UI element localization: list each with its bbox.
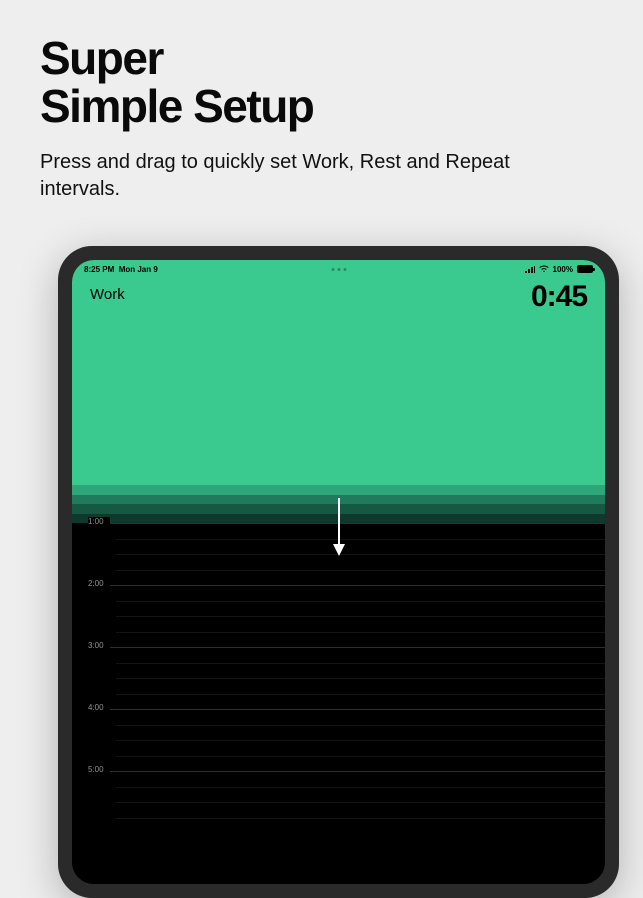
status-time: 8:25 PM xyxy=(84,265,114,274)
timeline-label: 1:00 xyxy=(88,517,110,526)
device-frame: 8:25 PM Mon Jan 9 100% Work 0:45 1:002:0… xyxy=(58,246,619,898)
device-screen: 8:25 PM Mon Jan 9 100% Work 0:45 1:002:0… xyxy=(72,260,605,884)
battery-pct: 100% xyxy=(553,265,573,274)
title-line-1: Super xyxy=(40,32,163,84)
drag-gradient xyxy=(72,485,605,523)
title-line-2: Simple Setup xyxy=(40,80,313,132)
work-time: 0:45 xyxy=(531,282,587,312)
work-interval-area[interactable]: Work 0:45 xyxy=(72,260,605,485)
wifi-icon xyxy=(539,265,549,273)
page-subtitle: Press and drag to quickly set Work, Rest… xyxy=(40,149,520,203)
page-title: Super Simple Setup xyxy=(40,34,603,131)
status-time-date: 8:25 PM Mon Jan 9 xyxy=(84,265,158,274)
timeline[interactable]: 1:002:003:004:005:00 xyxy=(72,523,605,884)
timeline-minute: 1:00 xyxy=(72,523,605,585)
timeline-label: 4:00 xyxy=(88,703,110,712)
timeline-label: 2:00 xyxy=(88,579,110,588)
status-date: Mon Jan 9 xyxy=(119,265,158,274)
timeline-minute: 4:00 xyxy=(72,709,605,771)
status-bar: 8:25 PM Mon Jan 9 100% xyxy=(72,260,605,278)
multitask-dots-icon xyxy=(331,268,346,271)
work-label: Work xyxy=(90,286,125,303)
timeline-minute: 5:00 xyxy=(72,771,605,833)
status-right: 100% xyxy=(525,265,593,274)
signal-icon xyxy=(525,266,535,273)
timeline-minute: 3:00 xyxy=(72,647,605,709)
timeline-minute: 2:00 xyxy=(72,585,605,647)
battery-icon xyxy=(577,265,593,273)
timeline-label: 5:00 xyxy=(88,765,110,774)
timeline-label: 3:00 xyxy=(88,641,110,650)
